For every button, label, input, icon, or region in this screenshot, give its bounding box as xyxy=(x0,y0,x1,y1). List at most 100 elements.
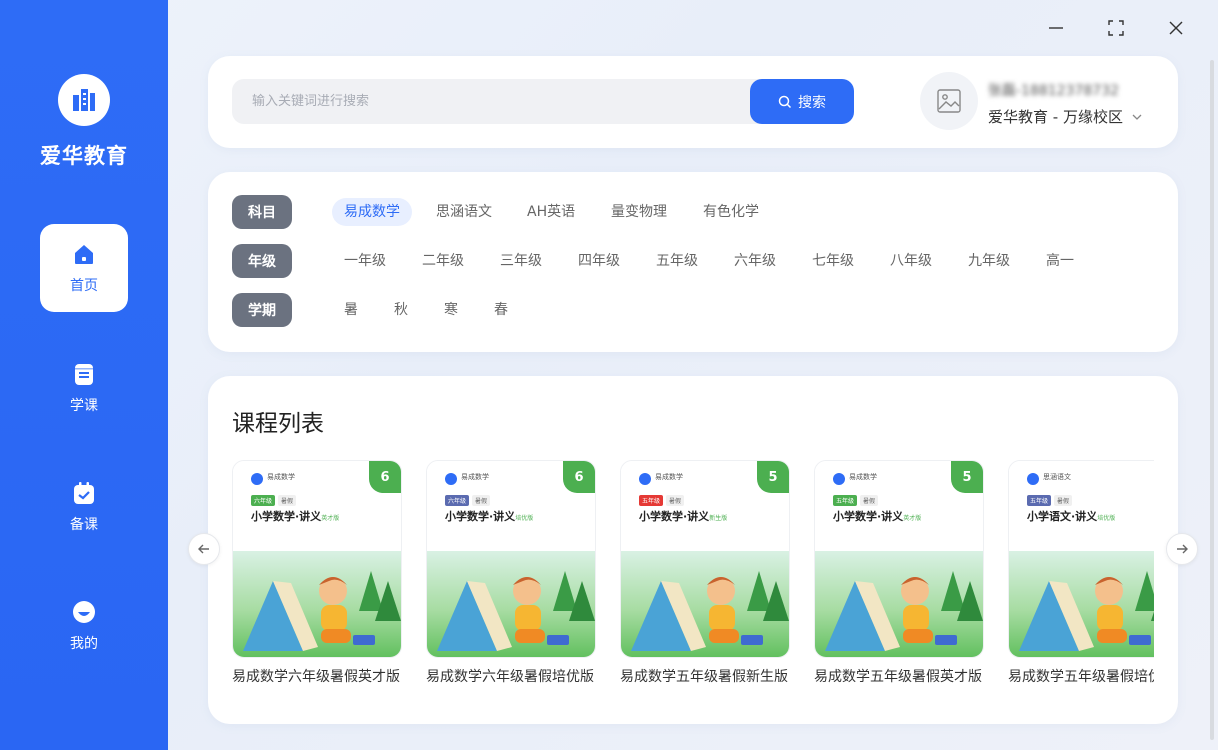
scrollbar[interactable] xyxy=(1210,60,1214,740)
filter-row-term: 学期 暑 秋 寒 春 xyxy=(232,293,508,327)
illustration-image xyxy=(437,571,595,651)
brand-name: 爱华教育 xyxy=(40,144,128,168)
cover-term-tag: 暑假 xyxy=(278,495,297,506)
brand-logo-icon xyxy=(639,473,651,485)
cover-header: 思涵语文 五年级 暑假 小学语文·讲义培优版 xyxy=(1009,461,1154,551)
filter-option[interactable]: 四年级 xyxy=(566,247,632,275)
filter-option[interactable]: 六年级 xyxy=(722,247,788,275)
course-card[interactable]: 易成数学 5 五年级 暑假 小学数学·讲义新生版 易成数学五年级暑假新生版 xyxy=(620,460,790,686)
cover-grade-tag: 六年级 xyxy=(445,495,470,506)
nav-item-learn[interactable]: 学课 xyxy=(40,344,128,432)
filter-option[interactable]: 秋 xyxy=(382,296,420,324)
nav-item-prepare[interactable]: 备课 xyxy=(40,463,128,551)
cover-title-text: 小学数学·讲义 xyxy=(833,510,904,523)
cover-brand: 易成数学 xyxy=(461,473,489,481)
filter-option[interactable]: 思涵语文 xyxy=(424,198,504,226)
carousel-prev-button[interactable] xyxy=(188,533,220,565)
filter-option[interactable]: 八年级 xyxy=(878,247,944,275)
cover-grade-tag: 五年级 xyxy=(833,495,858,506)
filter-option[interactable]: 量变物理 xyxy=(599,198,679,226)
cover-header: 易成数学 6 六年级 暑假 小学数学·讲义英才版 xyxy=(233,461,401,551)
search-button-label: 搜索 xyxy=(798,94,826,111)
filter-option[interactable]: 三年级 xyxy=(488,247,554,275)
cover-title-text: 小学数学·讲义 xyxy=(251,510,322,523)
filter-option[interactable]: 高一 xyxy=(1034,247,1086,275)
nav-label: 学课 xyxy=(70,398,98,414)
brand-logo-icon xyxy=(833,473,845,485)
course-name: 易成数学六年级暑假英才版 xyxy=(232,669,400,685)
filter-option[interactable]: AH英语 xyxy=(515,198,587,226)
cover-title-text: 小学数学·讲义 xyxy=(639,510,710,523)
nav-item-home[interactable]: 首页 xyxy=(40,224,128,312)
search-card: 搜索 张磊-18812378732 爱华教育 - 万缘校区 xyxy=(208,56,1178,148)
cover-term-tag: 暑假 xyxy=(472,495,491,506)
course-card[interactable]: 易成数学 5 五年级 暑假 小学数学·讲义英才版 易成数学五年级暑假英才版 xyxy=(814,460,984,686)
cover-tags: 五年级 暑假 xyxy=(639,495,685,506)
user-phone: 张磊-18812378732 xyxy=(988,83,1120,99)
close-button[interactable] xyxy=(1164,16,1188,40)
image-placeholder-icon xyxy=(937,89,961,113)
course-name: 易成数学五年级暑假新生版 xyxy=(620,669,788,685)
search-icon xyxy=(778,95,792,108)
filter-option[interactable]: 五年级 xyxy=(644,247,710,275)
course-name: 易成数学五年级暑假英才版 xyxy=(814,669,982,685)
cover-brand: 易成数学 xyxy=(267,473,295,481)
cover-term-tag: 暑假 xyxy=(666,495,685,506)
cover-title-text: 小学语文·讲义 xyxy=(1027,510,1098,523)
cover-illustration xyxy=(427,551,595,657)
cover-grade-tag: 五年级 xyxy=(1027,495,1052,506)
org-selector[interactable]: 爱华教育 - 万缘校区 xyxy=(988,106,1143,127)
filter-option[interactable]: 有色化学 xyxy=(691,198,771,226)
cover-edition: 英才版 xyxy=(903,515,922,522)
nav-label: 我的 xyxy=(70,636,98,652)
brand-logo-icon xyxy=(1027,473,1039,485)
filter-option[interactable]: 寒 xyxy=(432,296,470,324)
cover-illustration xyxy=(621,551,789,657)
filter-option[interactable]: 九年级 xyxy=(956,247,1022,275)
filter-option[interactable]: 易成数学 xyxy=(332,198,412,226)
cover-grade-tag: 五年级 xyxy=(639,495,664,506)
fullscreen-icon xyxy=(1108,20,1124,36)
course-cover: 思涵语文 五年级 暑假 小学语文·讲义培优版 xyxy=(1008,460,1154,658)
org-name: 爱华教育 - 万缘校区 xyxy=(988,108,1123,126)
avatar[interactable] xyxy=(920,72,978,130)
illustration-image xyxy=(825,571,983,651)
filter-option[interactable]: 暑 xyxy=(332,296,370,324)
filter-card: 科目 易成数学 思涵语文 AH英语 量变物理 有色化学 年级 一年级 二年级 三… xyxy=(208,172,1178,352)
cover-brand: 易成数学 xyxy=(655,473,683,481)
carousel-next-button[interactable] xyxy=(1166,533,1198,565)
cover-term-tag: 暑假 xyxy=(1054,495,1073,506)
course-cover: 易成数学 6 六年级 暑假 小学数学·讲义英才版 xyxy=(232,460,402,658)
logo xyxy=(58,74,110,126)
filter-option[interactable]: 二年级 xyxy=(410,247,476,275)
filter-row-subject: 科目 易成数学 思涵语文 AH英语 量变物理 有色化学 xyxy=(232,195,759,229)
filter-label: 学期 xyxy=(232,293,292,327)
course-carousel: 易成数学 6 六年级 暑假 小学数学·讲义英才版 易成数学六年级暑假英才版 易成… xyxy=(232,460,1154,690)
cover-title: 小学数学·讲义培优版 xyxy=(445,508,533,524)
grade-badge: 5 xyxy=(757,461,789,493)
minimize-button[interactable] xyxy=(1044,16,1068,40)
filter-option[interactable]: 七年级 xyxy=(800,247,866,275)
filter-option[interactable]: 春 xyxy=(482,296,520,324)
building-logo-icon xyxy=(73,89,95,111)
fullscreen-button[interactable] xyxy=(1104,16,1128,40)
course-card[interactable]: 易成数学 6 六年级 暑假 小学数学·讲义英才版 易成数学六年级暑假英才版 xyxy=(232,460,402,686)
cover-title: 小学数学·讲义新生版 xyxy=(639,508,727,524)
cover-illustration xyxy=(1009,551,1154,657)
minimize-icon xyxy=(1049,27,1063,29)
filter-label: 年级 xyxy=(232,244,292,278)
course-name: 易成数学五年级暑假培优版 xyxy=(1008,669,1154,685)
brand-logo-icon xyxy=(445,473,457,485)
cover-tags: 五年级 暑假 xyxy=(833,495,879,506)
illustration-image xyxy=(631,571,789,651)
close-icon xyxy=(1169,21,1183,35)
filter-option[interactable]: 一年级 xyxy=(332,247,398,275)
course-card[interactable]: 思涵语文 五年级 暑假 小学语文·讲义培优版 易成数学五年级暑假培 xyxy=(1008,460,1154,686)
search-button[interactable]: 搜索 xyxy=(750,79,854,124)
course-card[interactable]: 易成数学 6 六年级 暑假 小学数学·讲义培优版 易成数学六年级暑假培优版 xyxy=(426,460,596,686)
illustration-image xyxy=(1019,571,1154,651)
filter-label: 科目 xyxy=(232,195,292,229)
cover-edition: 英才版 xyxy=(321,515,340,522)
cover-edition: 培优版 xyxy=(1097,515,1116,522)
nav-item-mine[interactable]: 我的 xyxy=(40,582,128,670)
